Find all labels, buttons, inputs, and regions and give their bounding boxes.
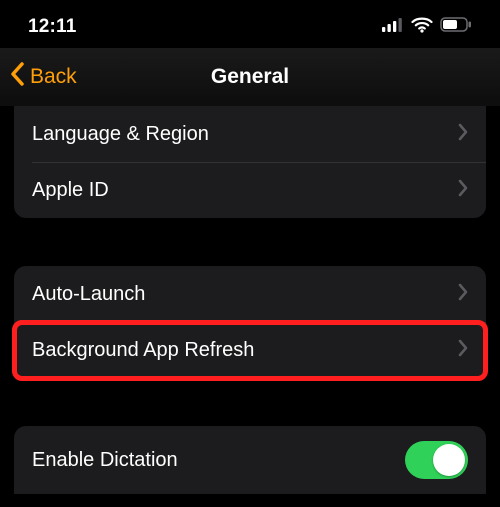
chevron-left-icon	[10, 62, 26, 92]
status-time: 12:11	[28, 16, 77, 38]
row-enable-dictation[interactable]: Enable Dictation	[14, 426, 486, 494]
back-label: Back	[30, 65, 77, 89]
page-title: General	[211, 65, 289, 89]
chevron-right-icon	[458, 123, 468, 146]
chevron-right-icon	[458, 283, 468, 306]
row-language-region[interactable]: Language & Region	[14, 106, 486, 162]
row-apple-id[interactable]: Apple ID	[14, 162, 486, 218]
row-background-app-refresh[interactable]: Background App Refresh	[14, 322, 486, 378]
back-button[interactable]: Back	[10, 62, 77, 92]
row-label: Background App Refresh	[32, 339, 254, 362]
toggle-knob	[433, 444, 465, 476]
cellular-icon	[382, 18, 404, 37]
nav-header: Back General	[0, 48, 500, 106]
chevron-right-icon	[458, 179, 468, 202]
battery-icon	[440, 17, 472, 37]
row-auto-launch[interactable]: Auto-Launch	[14, 266, 486, 322]
status-icons	[382, 17, 472, 38]
chevron-right-icon	[458, 339, 468, 362]
row-label: Enable Dictation	[32, 449, 178, 472]
row-label: Auto-Launch	[32, 283, 145, 306]
wifi-icon	[411, 17, 433, 38]
settings-group-1: Language & Region Apple ID	[14, 106, 486, 218]
status-bar: 12:11	[0, 0, 500, 48]
row-label: Language & Region	[32, 123, 209, 146]
toggle-enable-dictation[interactable]	[405, 441, 468, 479]
settings-content: Language & Region Apple ID Auto-Launch B…	[0, 106, 500, 494]
settings-group-2: Auto-Launch Background App Refresh	[14, 266, 486, 378]
settings-group-3: Enable Dictation	[14, 426, 486, 494]
row-label: Apple ID	[32, 179, 109, 202]
